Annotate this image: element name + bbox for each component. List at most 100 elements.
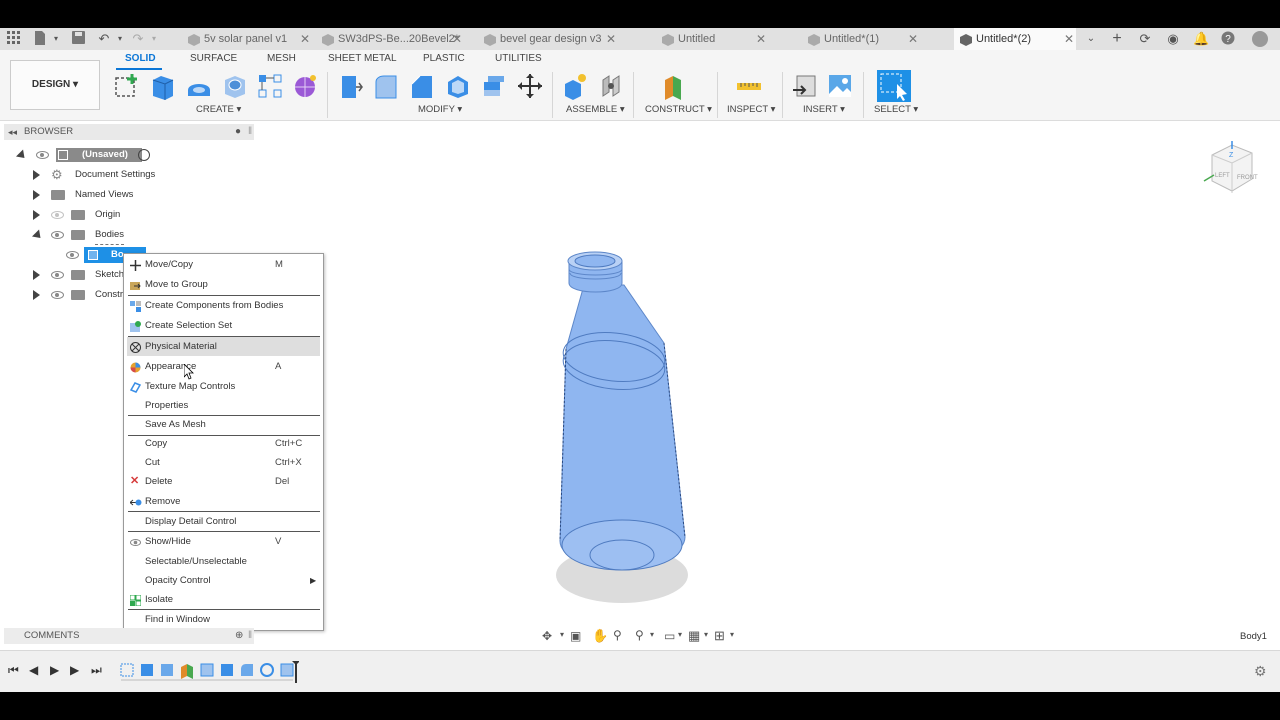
menu-item-isolate[interactable]: Isolate xyxy=(127,590,320,609)
viewcube[interactable]: LEFT FRONT Z xyxy=(1198,137,1264,203)
hole-icon[interactable] xyxy=(221,72,249,100)
doc-tab-1[interactable]: 5v solar panel v1 ✕ xyxy=(182,28,312,50)
help-icon[interactable]: ? xyxy=(1220,31,1236,47)
go-to-end-icon[interactable]: ⏭ xyxy=(91,663,102,678)
visibility-eye-icon[interactable] xyxy=(66,251,79,259)
visibility-eye-icon[interactable] xyxy=(51,271,64,279)
extensions-icon[interactable]: ◉ xyxy=(1165,31,1181,47)
menu-item-cut[interactable]: Cut Ctrl+X xyxy=(127,453,320,472)
chamfer-icon[interactable] xyxy=(408,72,436,100)
browser-item-document-settings[interactable]: ⚙ Document Settings xyxy=(32,166,252,184)
insert-group-label[interactable]: INSERT ▾ xyxy=(803,104,845,115)
construct-group-label[interactable]: CONSTRUCT ▾ xyxy=(645,104,712,115)
menu-item-create-components[interactable]: Create Components from Bodies xyxy=(127,296,320,315)
refresh-icon[interactable]: ⟳ xyxy=(1137,31,1153,47)
fillet-icon[interactable] xyxy=(372,72,400,100)
redo-dropdown-icon[interactable]: ▾ xyxy=(146,31,162,47)
redo-icon[interactable]: ↷ xyxy=(130,31,146,47)
browser-item-construction[interactable]: Constr xyxy=(32,286,124,304)
activate-radio-icon[interactable] xyxy=(138,149,150,161)
create-group-label[interactable]: CREATE ▾ xyxy=(196,104,241,115)
browser-item-sketches[interactable]: Sketch xyxy=(32,266,124,284)
insert-canvas-icon[interactable] xyxy=(826,72,854,100)
menu-item-properties[interactable]: Properties xyxy=(127,396,320,415)
doc-tab-6[interactable]: Untitled*(2) ✕ xyxy=(954,28,1076,50)
timeline-feature-sketch[interactable] xyxy=(120,663,134,677)
play-icon[interactable]: ▶ xyxy=(50,663,59,677)
timeline-feature-plane[interactable] xyxy=(181,664,193,679)
timeline-feature-shell[interactable] xyxy=(221,664,233,676)
step-forward-icon[interactable]: ▶ xyxy=(70,663,79,677)
menu-item-find-in-window[interactable]: Find in Window xyxy=(127,610,320,629)
combine-icon[interactable] xyxy=(480,72,508,100)
menu-item-create-selection-set[interactable]: Create Selection Set xyxy=(127,316,320,335)
zoom-icon[interactable]: ⚲ xyxy=(613,628,622,642)
menu-item-save-as-mesh[interactable]: Save As Mesh xyxy=(127,415,320,434)
menu-item-appearance[interactable]: Appearance A xyxy=(127,357,320,376)
expand-icon[interactable] xyxy=(33,290,40,300)
orbit-dropdown-icon[interactable]: ▾ xyxy=(560,630,564,639)
tab-plastic[interactable]: PLASTIC xyxy=(423,53,465,64)
expand-icon[interactable] xyxy=(33,270,40,280)
comments-resize-icon[interactable]: ‖ xyxy=(248,628,252,644)
doc-tab-4[interactable]: Untitled ✕ xyxy=(656,28,768,50)
browser-item-named-views[interactable]: Named Views xyxy=(32,186,252,204)
offset-plane-icon[interactable] xyxy=(661,72,689,100)
orbit-icon[interactable]: ✥ xyxy=(542,629,552,643)
notifications-bell-icon[interactable]: 🔔 xyxy=(1193,31,1209,47)
revolve-icon[interactable] xyxy=(185,72,213,100)
timeline-feature-sketch-2[interactable] xyxy=(200,663,214,677)
step-back-icon[interactable]: ◀ xyxy=(29,663,38,677)
menu-item-move-copy[interactable]: Move/Copy M xyxy=(127,255,320,274)
pattern-icon[interactable] xyxy=(256,72,284,100)
select-group-label[interactable]: SELECT ▾ xyxy=(874,104,918,115)
file-dropdown-icon[interactable]: ▾ xyxy=(48,31,64,47)
display-dropdown-icon[interactable]: ▾ xyxy=(678,630,682,639)
measure-icon[interactable] xyxy=(735,72,763,100)
menu-item-copy[interactable]: Copy Ctrl+C xyxy=(127,434,320,453)
tab-utilities[interactable]: UTILITIES xyxy=(495,53,542,64)
browser-item-bodies[interactable]: Bodies xyxy=(31,226,252,245)
move-copy-tool-icon[interactable] xyxy=(516,72,544,100)
tab-surface[interactable]: SURFACE xyxy=(190,53,237,64)
shell-icon[interactable] xyxy=(444,72,472,100)
timeline-feature-last[interactable] xyxy=(280,663,294,677)
visibility-eye-icon[interactable] xyxy=(51,211,64,219)
viewports-icon[interactable]: ⊞ xyxy=(714,628,725,644)
collapse-icon[interactable] xyxy=(15,149,29,162)
browser-resize-icon[interactable]: ‖ xyxy=(248,124,252,140)
close-tab-icon[interactable]: ✕ xyxy=(906,28,920,50)
timeline-feature-revolve[interactable] xyxy=(161,664,173,676)
timeline-feature-fillet[interactable] xyxy=(241,664,253,676)
visibility-eye-icon[interactable] xyxy=(36,151,49,159)
assemble-group-label[interactable]: ASSEMBLE ▾ xyxy=(566,104,625,115)
tab-sheet-metal[interactable]: SHEET METAL xyxy=(328,53,397,64)
menu-item-physical-material[interactable]: Physical Material xyxy=(127,337,320,356)
expand-icon[interactable] xyxy=(33,170,40,180)
collapse-browser-icon[interactable]: ◂◂ xyxy=(8,124,17,140)
menu-item-remove[interactable]: Remove xyxy=(127,492,320,511)
zoom-dropdown-icon[interactable]: ▾ xyxy=(650,630,654,639)
new-tab-icon[interactable]: + xyxy=(1109,31,1125,47)
user-avatar-icon[interactable] xyxy=(1252,31,1268,47)
zoom-window-icon[interactable]: ⚲ xyxy=(635,628,644,642)
new-component-icon[interactable] xyxy=(561,72,589,100)
menu-item-selectable[interactable]: Selectable/Unselectable xyxy=(127,552,320,571)
undo-dropdown-icon[interactable]: ▾ xyxy=(112,31,128,47)
browser-item-origin[interactable]: Origin xyxy=(32,206,252,224)
tab-mesh[interactable]: MESH xyxy=(267,53,296,64)
pan-hand-icon[interactable]: ✋ xyxy=(592,628,608,644)
bottle-body-model[interactable] xyxy=(530,225,700,607)
insert-derive-icon[interactable] xyxy=(791,72,819,100)
inspect-group-label[interactable]: INSPECT ▾ xyxy=(727,104,775,115)
close-tab-icon[interactable]: ✕ xyxy=(754,28,768,50)
look-at-icon[interactable]: ▣ xyxy=(570,629,581,643)
timeline-feature-thread[interactable] xyxy=(260,663,274,677)
select-tool-icon[interactable] xyxy=(877,70,911,102)
menu-item-show-hide[interactable]: Show/Hide V xyxy=(127,532,320,551)
menu-item-delete[interactable]: ✕ Delete Del xyxy=(127,472,320,491)
grid-dropdown-icon[interactable]: ▾ xyxy=(704,630,708,639)
menu-item-opacity-control[interactable]: Opacity Control ▶ xyxy=(127,571,320,590)
save-icon[interactable] xyxy=(70,31,86,47)
menu-item-move-to-group[interactable]: Move to Group xyxy=(127,275,320,294)
